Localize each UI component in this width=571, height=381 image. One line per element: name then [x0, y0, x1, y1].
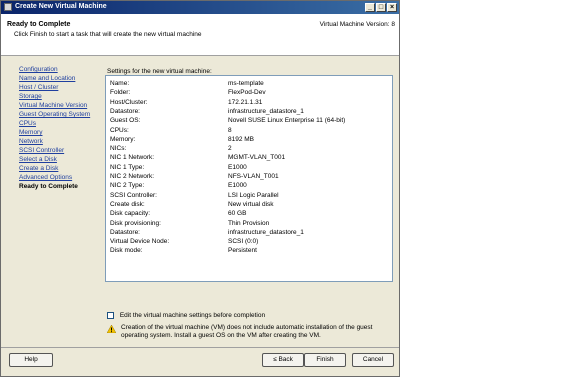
settings-value: SCSI (0:0)	[228, 238, 259, 246]
wizard-step-cpus[interactable]: CPUs	[19, 119, 101, 128]
settings-row: Disk provisioning: Thin Provision	[110, 219, 388, 228]
settings-key: CPUs:	[110, 126, 129, 134]
settings-value: NFS-VLAN_T001	[228, 173, 279, 180]
settings-key: Memory:	[110, 135, 136, 143]
settings-key: NIC 2 Type:	[110, 182, 145, 190]
settings-key: NIC 2 Network:	[110, 173, 155, 180]
settings-value: 2	[228, 145, 232, 153]
settings-key: Datastore:	[110, 228, 140, 236]
settings-value: E1000	[228, 163, 247, 171]
settings-key: Host/Cluster:	[110, 98, 148, 106]
settings-value: 172.21.1.31	[228, 98, 263, 106]
wizard-step-storage[interactable]: Storage	[19, 92, 101, 101]
settings-key: Datastore:	[110, 107, 140, 115]
edit-settings-checkbox[interactable]	[107, 312, 114, 319]
settings-value: 8	[228, 126, 232, 134]
settings-key: Name:	[110, 80, 130, 87]
back-button[interactable]: ≤ Back	[262, 353, 304, 367]
edit-settings-label[interactable]: Edit the virtual machine settings before…	[120, 312, 265, 319]
wizard-steps: Configuration Name and Location Host / Clu…	[19, 65, 101, 191]
settings-value: Thin Provision	[228, 219, 270, 227]
back-button-label: ≤ Back	[273, 356, 293, 363]
wizard-header: Ready to Complete Click Finish to start …	[1, 14, 399, 56]
settings-value: 8192 MB	[228, 135, 255, 143]
wizard-step-create-a-disk[interactable]: Create a Disk	[19, 164, 101, 173]
settings-row: NIC 1 Type: E1000	[110, 163, 388, 172]
help-button-label: Help	[24, 356, 38, 363]
settings-key: Guest OS:	[110, 117, 141, 125]
wizard-step-configuration[interactable]: Configuration	[19, 65, 101, 74]
settings-value: New virtual disk	[228, 200, 274, 208]
settings-value: infrastructure_datastore_1	[228, 107, 304, 115]
maximize-button[interactable]: □	[376, 3, 386, 12]
settings-value: E1000	[228, 182, 247, 190]
settings-row: Disk mode: Persistent	[110, 246, 388, 255]
settings-summary: Name: ms-template Folder: FlexPod-Dev Host/C…	[105, 75, 393, 282]
warning-text: Creation of the virtual machine (VM) doe…	[121, 324, 373, 339]
settings-value: FlexPod-Dev	[228, 89, 266, 97]
warning-icon	[107, 325, 116, 333]
cancel-button-label: Cancel	[362, 356, 384, 363]
minimize-button[interactable]: _	[365, 3, 375, 12]
settings-row: Guest OS: Novell SUSE Linux Enterprise 11…	[110, 116, 388, 125]
settings-row: Host/Cluster: 172.21.1.31	[110, 98, 388, 107]
settings-row: NIC 2 Type: E1000	[110, 181, 388, 190]
settings-row: Name: ms-template	[110, 79, 388, 88]
page-title: Ready to Complete	[7, 21, 71, 28]
settings-row: NIC 1 Network: MGMT-VLAN_T001	[110, 153, 388, 162]
settings-row: Memory: 8192 MB	[110, 135, 388, 144]
wizard-step-select-a-disk[interactable]: Select a Disk	[19, 155, 101, 164]
wizard-step-network[interactable]: Network	[19, 137, 101, 146]
settings-key: NIC 1 Network:	[110, 154, 155, 162]
settings-row: NICs: 2	[110, 144, 388, 153]
settings-value: MGMT-VLAN_T001	[228, 154, 286, 162]
finish-button[interactable]: Finish	[304, 353, 346, 367]
wizard-step-advanced-options[interactable]: Advanced Options	[19, 173, 101, 182]
footer-divider	[1, 347, 399, 348]
settings-row: Datastore: infrastructure_datastore_1	[110, 107, 388, 116]
wizard-step-guest-operating-system[interactable]: Guest Operating System	[19, 110, 101, 119]
settings-key: NICs:	[110, 145, 127, 153]
settings-value: 60 GB	[228, 210, 247, 218]
settings-row: Disk capacity: 60 GB	[110, 209, 388, 218]
settings-row: Folder: FlexPod-Dev	[110, 88, 388, 97]
settings-value: Novell SUSE Linux Enterprise 11 (64-bit)	[228, 117, 346, 125]
settings-value: infrastructure_datastore_1	[228, 228, 304, 236]
settings-key: NIC 1 Type:	[110, 163, 145, 171]
wizard-step-scsi-controller[interactable]: SCSI Controller	[19, 146, 101, 155]
settings-key: Create disk:	[110, 200, 145, 208]
settings-row: Datastore: infrastructure_datastore_1	[110, 228, 388, 237]
settings-row: NIC 2 Network: NFS-VLAN_T001	[110, 172, 388, 181]
settings-key: SCSI Controller:	[110, 191, 157, 199]
page-subtitle: Click Finish to start a task that will c…	[14, 31, 202, 38]
wizard-step-virtual-machine-version[interactable]: Virtual Machine Version	[19, 101, 101, 110]
edit-settings-option[interactable]: Edit the virtual machine settings before…	[107, 312, 265, 319]
settings-row: SCSI Controller: LSI Logic Parallel	[110, 191, 388, 200]
cancel-button[interactable]: Cancel	[352, 353, 394, 367]
finish-button-label: Finish	[316, 356, 334, 363]
settings-value: LSI Logic Parallel	[228, 191, 279, 199]
create-vm-dialog: Create New Virtual Machine _ □ × Ready t…	[0, 0, 400, 377]
vm-version: Virtual Machine Version: 8	[319, 21, 395, 28]
window-title: Create New Virtual Machine	[15, 3, 107, 10]
settings-value: Persistent	[228, 247, 257, 255]
settings-key: Virtual Device Node:	[110, 238, 170, 246]
close-button[interactable]: ×	[387, 3, 397, 12]
help-button[interactable]: Help	[9, 353, 53, 367]
settings-row: CPUs: 8	[110, 126, 388, 135]
settings-key: Folder:	[110, 89, 131, 97]
settings-row: Virtual Device Node: SCSI (0:0)	[110, 237, 388, 246]
wizard-step-memory[interactable]: Memory	[19, 128, 101, 137]
settings-key: Disk mode:	[110, 247, 143, 255]
settings-value: ms-template	[228, 80, 264, 87]
wizard-step-ready-to-complete: Ready to Complete	[19, 183, 78, 190]
settings-caption: Settings for the new virtual machine:	[107, 68, 212, 75]
settings-key: Disk provisioning:	[110, 219, 161, 227]
title-bar[interactable]: Create New Virtual Machine _ □ ×	[1, 1, 399, 14]
wizard-step-host-cluster[interactable]: Host / Cluster	[19, 83, 101, 92]
settings-row: Create disk: New virtual disk	[110, 200, 388, 209]
settings-key: Disk capacity:	[110, 210, 151, 218]
window-icon	[4, 3, 12, 11]
wizard-step-name-and-location[interactable]: Name and Location	[19, 74, 101, 83]
